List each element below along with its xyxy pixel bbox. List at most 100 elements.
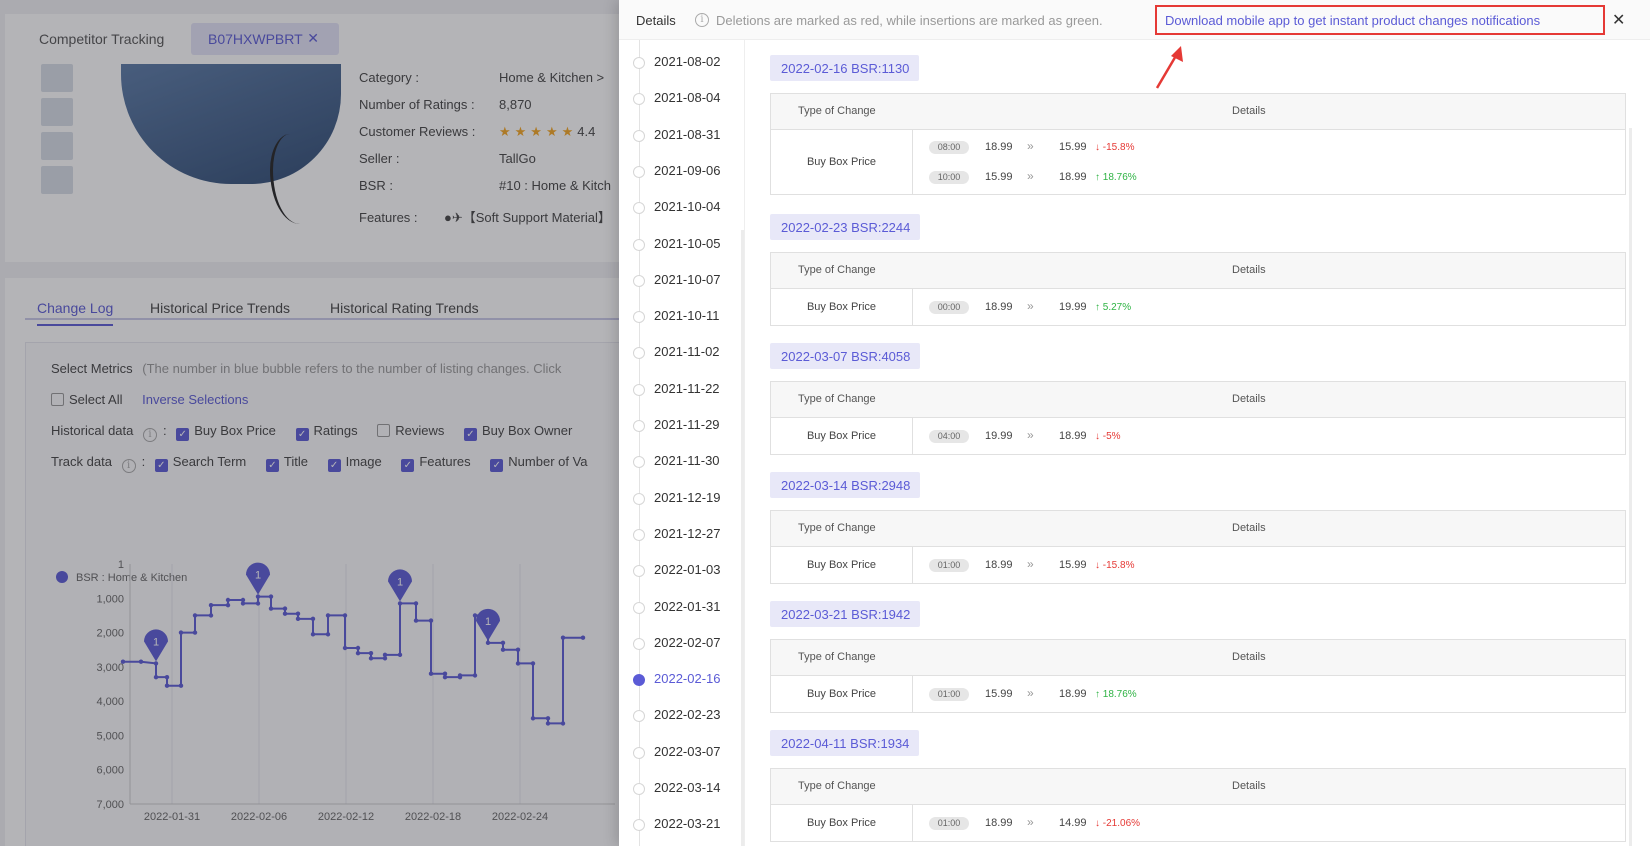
time-badge: 04:00 xyxy=(929,430,969,443)
new-value: 18.99 xyxy=(1059,430,1087,442)
arrow-up-icon: ↑ xyxy=(1095,172,1100,183)
new-value: 19.99 xyxy=(1059,301,1087,313)
new-value: 14.99 xyxy=(1059,817,1087,829)
change-entry: 01:00 15.99 » 18.99 ↑ 18.76% xyxy=(929,686,1137,702)
timeline-date: 2021-12-27 xyxy=(654,525,721,541)
header-details: Details xyxy=(1232,780,1266,792)
drawer-note: Deletions are marked as red, while inser… xyxy=(716,13,1103,28)
change-entry: 00:00 18.99 » 19.99 ↑ 5.27% xyxy=(929,299,1131,315)
timeline-dot-icon xyxy=(633,819,645,832)
change-entry: 10:00 15.99 » 18.99 ↑ 18.76% xyxy=(929,169,1137,185)
double-chevron-right-icon: » xyxy=(1027,557,1034,571)
timeline-date: 2021-10-04 xyxy=(654,199,721,215)
timeline-date: 2022-03-07 xyxy=(654,743,721,759)
time-badge: 01:00 xyxy=(929,817,969,830)
section-header: 2022-03-14 BSR:2948 xyxy=(770,472,921,498)
timeline-dot-icon xyxy=(633,420,645,432)
header-details: Details xyxy=(1232,522,1266,534)
table-row: Buy Box Price 01:00 15.99 » 18.99 ↑ 18.76% xyxy=(771,676,1625,712)
timeline-date: 2022-01-31 xyxy=(654,598,721,614)
change-section: 2022-04-11 BSR:1934 Type of Change Details… xyxy=(770,730,1626,842)
table-row: Buy Box Price 08:00 18.99 » 15.99 ↓ -15.8% 10:… xyxy=(771,130,1625,194)
download-app-link[interactable]: Download mobile app to get instant produ… xyxy=(1155,5,1605,35)
timeline-date: 2022-01-03 xyxy=(654,562,721,578)
change-section: 2022-03-14 BSR:2948 Type of Change Details… xyxy=(770,472,1626,584)
timeline-dot-icon xyxy=(633,347,645,360)
time-badge: 00:00 xyxy=(929,301,969,314)
timeline-date: 2021-08-31 xyxy=(654,126,721,142)
change-table: Type of Change Details Buy Box Price 01:00 1… xyxy=(770,510,1626,584)
info-circle-icon: i xyxy=(695,13,709,27)
table-header: Type of Change Details xyxy=(771,769,1625,805)
timeline-scrollbar[interactable] xyxy=(741,230,744,846)
timeline-date: 2022-03-21 xyxy=(654,816,721,832)
table-row: Buy Box Price 04:00 19.99 » 18.99 ↓ -5% xyxy=(771,418,1625,454)
modal-overlay[interactable] xyxy=(0,0,619,846)
change-type: Buy Box Price xyxy=(771,676,913,712)
drawer-title: Details xyxy=(636,13,676,28)
change-type: Buy Box Price xyxy=(771,547,913,583)
timeline-dot-icon xyxy=(633,165,645,178)
section-header: 2022-03-21 BSR:1942 xyxy=(770,601,921,627)
header-details: Details xyxy=(1232,393,1266,405)
section-header: 2022-02-16 BSR:1130 xyxy=(770,55,920,81)
timeline-dot-icon xyxy=(633,202,645,215)
table-header: Type of Change Details xyxy=(771,382,1625,418)
double-chevron-right-icon: » xyxy=(1027,169,1034,183)
change-type: Buy Box Price xyxy=(771,805,913,841)
timeline-date: 2021-11-22 xyxy=(654,380,720,396)
timeline-dot-icon xyxy=(633,601,645,614)
timeline-dot-icon xyxy=(633,492,645,505)
details-drawer: Details i Deletions are marked as red, w… xyxy=(619,0,1650,846)
timeline-line xyxy=(639,40,640,846)
timeline-dot-icon xyxy=(633,238,645,251)
percent-change: ↑ 18.76% xyxy=(1095,172,1137,183)
timeline-date: 2022-03-14 xyxy=(654,780,721,795)
timeline-date: 2021-11-02 xyxy=(654,344,720,360)
timeline-dot-icon xyxy=(633,456,645,469)
drawer-scrollbar[interactable] xyxy=(1629,128,1632,846)
timeline-dot-icon xyxy=(633,93,645,106)
table-row: Buy Box Price 01:00 18.99 » 14.99 ↓ -21.06% xyxy=(771,805,1625,841)
percent-change: ↑ 5.27% xyxy=(1095,302,1132,313)
arrow-down-icon: ↓ xyxy=(1095,431,1100,442)
change-section: 2022-02-16 BSR:1130 Type of Change Details… xyxy=(770,55,1626,195)
table-header: Type of Change Details xyxy=(771,94,1625,130)
annotation-arrow-icon xyxy=(1155,46,1183,89)
timeline-dot-icon xyxy=(633,710,645,723)
percent-change: ↓ -15.8% xyxy=(1095,560,1135,571)
table-row: Buy Box Price 00:00 18.99 » 19.99 ↑ 5.27% xyxy=(771,289,1625,325)
arrow-up-icon: ↑ xyxy=(1095,302,1100,313)
header-details: Details xyxy=(1232,651,1266,663)
new-value: 18.99 xyxy=(1059,171,1087,183)
time-badge: 08:00 xyxy=(929,141,969,154)
timeline-date: 2021-10-07 xyxy=(654,271,721,287)
old-value: 18.99 xyxy=(985,817,1013,829)
time-badge: 01:00 xyxy=(929,688,969,701)
change-table: Type of Change Details Buy Box Price 08:00 1… xyxy=(770,93,1626,195)
arrow-down-icon: ↓ xyxy=(1095,142,1100,153)
close-icon[interactable]: ✕ xyxy=(1612,10,1625,30)
timeline-dot-icon xyxy=(633,383,645,396)
old-value: 15.99 xyxy=(985,688,1013,700)
double-chevron-right-icon: » xyxy=(1027,815,1034,829)
new-value: 15.99 xyxy=(1059,141,1087,153)
timeline-dot-icon xyxy=(633,311,645,324)
header-type: Type of Change xyxy=(798,393,876,405)
timeline-dot-icon xyxy=(633,637,645,650)
old-value: 19.99 xyxy=(985,430,1013,442)
header-type: Type of Change xyxy=(798,651,876,663)
section-header: 2022-04-11 BSR:1934 xyxy=(770,730,920,756)
timeline-date: 2022-02-07 xyxy=(654,634,721,650)
section-header: 2022-02-23 BSR:2244 xyxy=(770,214,921,240)
timeline-dot-icon xyxy=(633,565,645,578)
timeline-date: 2021-11-30 xyxy=(654,453,720,469)
percent-change: ↓ -15.8% xyxy=(1095,142,1135,153)
timeline-date: 2021-08-04 xyxy=(654,90,721,106)
timeline-date: 2021-12-19 xyxy=(654,489,721,505)
percent-change: ↑ 18.76% xyxy=(1095,689,1137,700)
date-timeline: 2021-08-02 2021-08-04 2021-08-31 2021-09-06… xyxy=(619,40,745,846)
change-table: Type of Change Details Buy Box Price 04:00 1… xyxy=(770,381,1626,455)
header-type: Type of Change xyxy=(798,264,876,276)
table-row: Buy Box Price 01:00 18.99 » 15.99 ↓ -15.8% xyxy=(771,547,1625,583)
